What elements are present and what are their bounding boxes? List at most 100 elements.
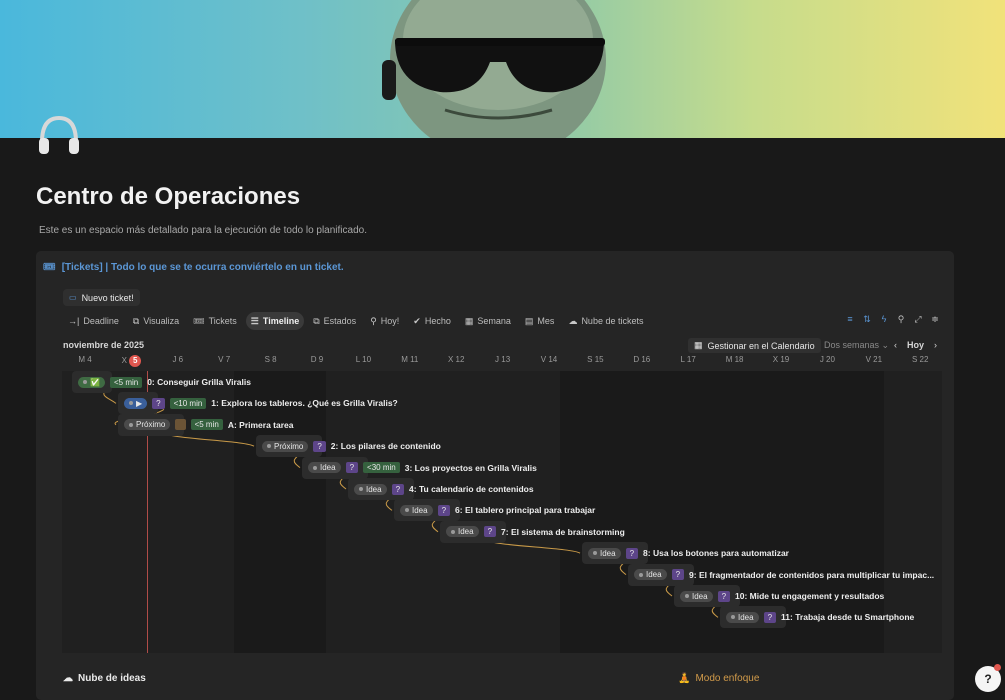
day-column-label: J 6	[172, 355, 184, 364]
lightning-icon[interactable]: ϟ	[879, 314, 889, 325]
tab-hoy[interactable]: ⚲ Hoy!	[365, 312, 404, 330]
range-select[interactable]: Dos semanas ⌄	[824, 340, 889, 351]
category-tag[interactable]: ?	[152, 397, 165, 409]
time-estimate-tag[interactable]: <30 min	[363, 462, 400, 474]
timeline-row[interactable]: Idea? 11: Trabaja desde tu Smartphone	[720, 606, 914, 629]
day-column-label: L 10	[355, 355, 372, 364]
ticket-title[interactable]: 6: El tablero principal para trabajar	[455, 505, 595, 515]
timeline-row[interactable]: Idea? 6: El tablero principal para trabaj…	[394, 499, 595, 522]
ideas-cloud-link[interactable]: ☁ Nube de ideas	[63, 673, 146, 684]
ticket-title[interactable]: 4: Tu calendario de contenidos	[409, 484, 534, 494]
ticket-title[interactable]: A: Primera tarea	[228, 420, 294, 430]
sort-icon[interactable]: ⇅	[862, 314, 872, 325]
status-dot-icon	[267, 444, 271, 449]
timeline-row[interactable]: ✅ <5 min 0: Conseguir Grilla Viralis	[72, 371, 251, 393]
ticket-title[interactable]: 1: Explora los tableros. ¿Qué es Grilla …	[211, 398, 397, 408]
timeline-row[interactable]: Idea? 10: Mide tu engagement y resultados	[674, 585, 884, 607]
status-pill[interactable]: Idea	[354, 483, 387, 495]
day-column-label: X 5	[108, 355, 154, 367]
view-tabs: →| Deadline ⧉ Visualiza 🎟 Tickets ☰ Timeline ⧉ Es…	[63, 312, 648, 330]
category-tag[interactable]: ?	[483, 526, 497, 538]
category-tag[interactable]: ?	[717, 590, 731, 602]
status-pill[interactable]: Próximo	[124, 419, 171, 431]
tab-estados[interactable]: ⧉ Estados	[308, 312, 361, 330]
status-pill[interactable]: Idea	[680, 590, 713, 602]
tab-timeline[interactable]: ☰ Timeline	[245, 312, 305, 330]
status-dot-icon	[731, 615, 735, 620]
status-pill[interactable]: Próximo	[262, 440, 309, 452]
calendar-button[interactable]: ▦ Gestionar en el Calendario	[688, 338, 821, 353]
timeline-row[interactable]: Idea? 9: El fragmentador de contenidos pa…	[628, 563, 934, 586]
timeline-row[interactable]: Próximo <5 min A: Primera tarea	[118, 413, 294, 436]
expand-icon[interactable]: ⤢	[913, 314, 923, 325]
status-pill[interactable]: Idea	[400, 504, 433, 516]
tab-tickets[interactable]: 🎟 Tickets	[188, 312, 242, 330]
status-dot-icon	[405, 508, 409, 513]
time-estimate-tag[interactable]: <5 min	[190, 419, 223, 431]
status-dot-icon	[685, 594, 689, 598]
category-tag[interactable]: ?	[437, 504, 451, 516]
status-pill[interactable]: Idea	[726, 611, 759, 623]
day-column-label: V 7	[218, 355, 231, 364]
tab-icon: →|	[68, 316, 80, 326]
category-tag[interactable]: ?	[391, 483, 405, 495]
day-column-label: V 14	[540, 355, 558, 364]
tab-nube-de-tickets[interactable]: ☁ Nube de tickets	[563, 312, 648, 330]
day-column-label: J 20	[819, 355, 835, 364]
headphones-icon[interactable]	[36, 112, 82, 158]
time-estimate-tag[interactable]: <10 min	[169, 397, 207, 409]
timeline-row[interactable]: Idea? <30 min 3: Los proyectos en Grilla V…	[302, 456, 537, 479]
category-tag[interactable]: ?	[763, 611, 777, 623]
timeline-row[interactable]: Próximo? 2: Los pilares de contenido	[256, 435, 441, 458]
timeline-day-header: M 4 X 5 J 6 V 7 S 8 D 9 L 10 M 11 X 12 J 13 V 14 S …	[62, 355, 942, 369]
category-tag[interactable]: ?	[313, 440, 326, 452]
status-pill[interactable]: Idea	[446, 526, 479, 538]
status-pill[interactable]: Idea	[308, 462, 341, 474]
status-pill[interactable]: ▶	[124, 397, 148, 409]
filter-icon[interactable]: ≡	[845, 314, 855, 325]
timeline-row[interactable]: Idea? 4: Tu calendario de contenidos	[348, 478, 534, 500]
settings-icon[interactable]: ≑	[930, 314, 940, 325]
focus-mode-link[interactable]: 🧘 Modo enfoque	[678, 673, 759, 684]
day-column-label: S 22	[911, 355, 929, 364]
category-tag[interactable]: ?	[625, 547, 639, 559]
tab-mes[interactable]: ▤ Mes	[520, 312, 560, 330]
search-icon[interactable]: ⚲	[896, 314, 906, 325]
category-tag[interactable]: ?	[671, 569, 685, 581]
ticket-title[interactable]: 0: Conseguir Grilla Viralis	[147, 377, 251, 387]
ticket-icon: ▭	[69, 293, 77, 302]
timeline-month: noviembre de 2025	[63, 340, 145, 350]
ticket-title[interactable]: 2: Los pilares de contenido	[331, 441, 441, 451]
time-estimate-tag[interactable]: <5 min	[109, 376, 143, 388]
new-ticket-button[interactable]: ▭ Nuevo ticket!	[63, 289, 140, 306]
tab-deadline[interactable]: →| Deadline	[63, 312, 124, 330]
category-tag[interactable]	[175, 419, 186, 431]
tab-semana[interactable]: ▦ Semana	[460, 312, 516, 330]
day-column-label: M 4	[78, 355, 92, 364]
page-description: Este es un espacio más detallado para la…	[39, 225, 367, 236]
cover-image[interactable]	[0, 0, 1005, 138]
category-tag[interactable]: ?	[345, 462, 359, 474]
ticket-title[interactable]: 7: El sistema de brainstorming	[501, 527, 625, 537]
status-pill[interactable]: Idea	[634, 569, 667, 581]
tab-visualiza[interactable]: ⧉ Visualiza	[128, 312, 184, 330]
timeline-row[interactable]: ▶? <10 min 1: Explora los tableros. ¿Qué e…	[118, 392, 398, 415]
tab-hecho[interactable]: ✔ Hecho	[408, 312, 456, 330]
status-pill[interactable]: ✅	[78, 376, 105, 388]
today-button[interactable]: Hoy	[907, 340, 924, 350]
database-title[interactable]: 🎟 [Tickets] | Todo lo que se te ocurra c…	[43, 262, 344, 273]
date-navigation: ‹ Hoy ›	[894, 340, 937, 350]
timeline-row[interactable]: Idea? 8: Usa los botones para automatizar	[582, 542, 789, 565]
status-dot-icon	[129, 422, 133, 427]
ticket-title[interactable]: 9: El fragmentador de contenidos para mu…	[689, 570, 934, 580]
ticket-title[interactable]: 10: Mide tu engagement y resultados	[735, 591, 884, 601]
ticket-title[interactable]: 11: Trabaja desde tu Smartphone	[781, 612, 914, 622]
help-button[interactable]: ?	[975, 664, 1001, 692]
timeline-row[interactable]: Idea? 7: El sistema de brainstorming	[440, 520, 625, 543]
ticket-title[interactable]: 8: Usa los botones para automatizar	[643, 548, 789, 558]
ticket-title[interactable]: 3: Los proyectos en Grilla Viralis	[405, 463, 537, 473]
chevron-left-icon[interactable]: ‹	[894, 340, 897, 350]
tab-icon: ⧉	[132, 315, 140, 326]
chevron-right-icon[interactable]: ›	[934, 340, 937, 350]
status-pill[interactable]: Idea	[588, 547, 621, 559]
